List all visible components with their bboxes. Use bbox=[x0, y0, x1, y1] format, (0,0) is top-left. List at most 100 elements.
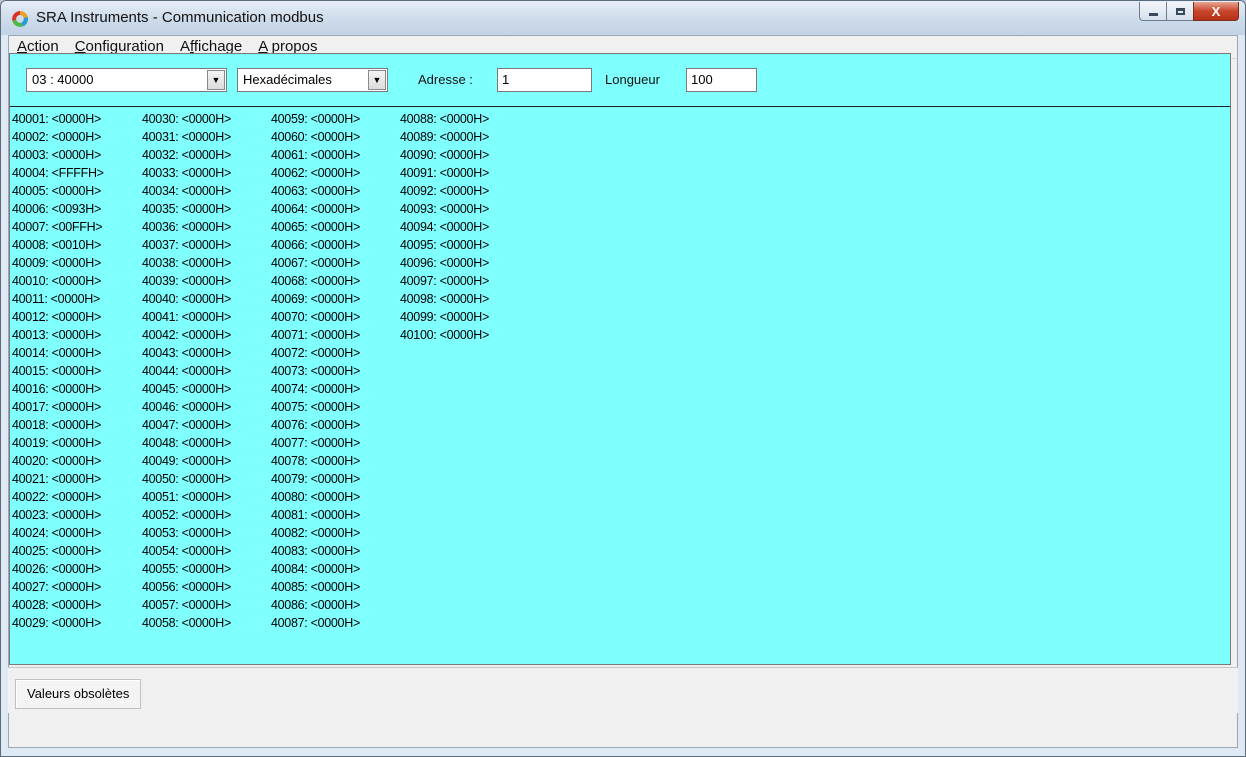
register-entry: 40067: <0000H> bbox=[271, 256, 360, 270]
register-entry: 40078: <0000H> bbox=[271, 454, 360, 468]
register-entry: 40084: <0000H> bbox=[271, 562, 360, 576]
register-entry: 40091: <0000H> bbox=[400, 166, 489, 180]
register-entry: 40077: <0000H> bbox=[271, 436, 360, 450]
register-entry: 40074: <0000H> bbox=[271, 382, 360, 396]
function-select[interactable]: 03 : 40000 ▼ bbox=[26, 68, 227, 92]
register-entry: 40079: <0000H> bbox=[271, 472, 360, 486]
register-entry: 40036: <0000H> bbox=[142, 220, 231, 234]
register-entry: 40095: <0000H> bbox=[400, 238, 489, 252]
register-entry: 40076: <0000H> bbox=[271, 418, 360, 432]
register-entry: 40023: <0000H> bbox=[12, 508, 101, 522]
register-entry: 40052: <0000H> bbox=[142, 508, 231, 522]
obsolete-values-indicator: Valeurs obsolètes bbox=[15, 679, 142, 709]
register-entry: 40083: <0000H> bbox=[271, 544, 360, 558]
register-entry: 40087: <0000H> bbox=[271, 616, 360, 630]
register-entry: 40073: <0000H> bbox=[271, 364, 360, 378]
register-entry: 40005: <0000H> bbox=[12, 184, 101, 198]
register-entry: 40070: <0000H> bbox=[271, 310, 360, 324]
address-input[interactable]: 1 bbox=[497, 68, 592, 92]
register-entry: 40058: <0000H> bbox=[142, 616, 231, 630]
register-column: 40088: <0000H> 40089: <0000H> 40090: <0000… bbox=[400, 110, 489, 344]
register-entry: 40059: <0000H> bbox=[271, 112, 360, 126]
register-entry: 40057: <0000H> bbox=[142, 598, 231, 612]
register-entry: 40064: <0000H> bbox=[271, 202, 360, 216]
register-entry: 40060: <0000H> bbox=[271, 130, 360, 144]
register-entry: 40066: <0000H> bbox=[271, 238, 360, 252]
query-toolbar: 03 : 40000 ▼ Hexadécimales ▼ Adresse : 1… bbox=[10, 54, 1230, 107]
register-entry: 40075: <0000H> bbox=[271, 400, 360, 414]
register-entry: 40032: <0000H> bbox=[142, 148, 231, 162]
register-entry: 40027: <0000H> bbox=[12, 580, 101, 594]
register-entry: 40065: <0000H> bbox=[271, 220, 360, 234]
window-title: SRA Instruments - Communication modbus bbox=[36, 9, 324, 26]
register-entry: 40031: <0000H> bbox=[142, 130, 231, 144]
register-entry: 40040: <0000H> bbox=[142, 292, 231, 306]
address-label: Adresse : bbox=[418, 72, 473, 87]
minimize-button[interactable] bbox=[1139, 2, 1166, 21]
close-icon: X bbox=[1211, 3, 1221, 19]
register-entry: 40045: <0000H> bbox=[142, 382, 231, 396]
register-entry: 40063: <0000H> bbox=[271, 184, 360, 198]
register-entry: 40014: <0000H> bbox=[12, 346, 101, 360]
chevron-down-icon[interactable]: ▼ bbox=[368, 70, 386, 90]
register-entry: 40038: <0000H> bbox=[142, 256, 231, 270]
register-entry: 40056: <0000H> bbox=[142, 580, 231, 594]
register-column: 40030: <0000H> 40031: <0000H> 40032: <0000… bbox=[142, 110, 231, 632]
register-entry: 40026: <0000H> bbox=[12, 562, 101, 576]
register-entry: 40020: <0000H> bbox=[12, 454, 101, 468]
register-entry: 40099: <0000H> bbox=[400, 310, 489, 324]
register-entry: 40044: <0000H> bbox=[142, 364, 231, 378]
register-entry: 40100: <0000H> bbox=[400, 328, 489, 342]
register-entry: 40010: <0000H> bbox=[12, 274, 101, 288]
minimize-icon bbox=[1148, 12, 1158, 16]
chevron-down-icon[interactable]: ▼ bbox=[207, 70, 225, 90]
register-entry: 40071: <0000H> bbox=[271, 328, 360, 342]
app-logo-icon bbox=[12, 10, 29, 27]
register-entry: 40009: <0000H> bbox=[12, 256, 101, 270]
register-entry: 40003: <0000H> bbox=[12, 148, 101, 162]
format-select[interactable]: Hexadécimales ▼ bbox=[237, 68, 388, 92]
register-entry: 40097: <0000H> bbox=[400, 274, 489, 288]
register-entry: 40086: <0000H> bbox=[271, 598, 360, 612]
length-label: Longueur bbox=[605, 72, 660, 87]
register-entry: 40092: <0000H> bbox=[400, 184, 489, 198]
register-entry: 40002: <0000H> bbox=[12, 130, 101, 144]
register-entry: 40068: <0000H> bbox=[271, 274, 360, 288]
register-entry: 40082: <0000H> bbox=[271, 526, 360, 540]
app-window: SRA Instruments - Communication modbus X… bbox=[0, 0, 1246, 757]
register-entry: 40001: <0000H> bbox=[12, 112, 101, 126]
register-entry: 40006: <0093H> bbox=[12, 202, 101, 216]
register-entry: 40019: <0000H> bbox=[12, 436, 101, 450]
register-entry: 40098: <0000H> bbox=[400, 292, 489, 306]
register-entry: 40061: <0000H> bbox=[271, 148, 360, 162]
register-entry: 40024: <0000H> bbox=[12, 526, 101, 540]
register-entry: 40055: <0000H> bbox=[142, 562, 231, 576]
register-entry: 40089: <0000H> bbox=[400, 130, 489, 144]
register-entry: 40028: <0000H> bbox=[12, 598, 101, 612]
register-entry: 40049: <0000H> bbox=[142, 454, 231, 468]
register-entry: 40037: <0000H> bbox=[142, 238, 231, 252]
register-entry: 40069: <0000H> bbox=[271, 292, 360, 306]
length-input[interactable]: 100 bbox=[686, 68, 757, 92]
register-entry: 40015: <0000H> bbox=[12, 364, 101, 378]
title-bar[interactable]: SRA Instruments - Communication modbus X bbox=[1, 1, 1245, 35]
register-entry: 40016: <0000H> bbox=[12, 382, 101, 396]
register-entry: 40072: <0000H> bbox=[271, 346, 360, 360]
register-entry: 40096: <0000H> bbox=[400, 256, 489, 270]
register-entry: 40029: <0000H> bbox=[12, 616, 101, 630]
register-entry: 40034: <0000H> bbox=[142, 184, 231, 198]
register-entry: 40047: <0000H> bbox=[142, 418, 231, 432]
register-entry: 40004: <FFFFH> bbox=[12, 166, 104, 180]
maximize-button[interactable] bbox=[1166, 2, 1193, 21]
close-button[interactable]: X bbox=[1193, 2, 1239, 21]
register-entry: 40048: <0000H> bbox=[142, 436, 231, 450]
caption-buttons: X bbox=[1139, 2, 1239, 22]
register-entry: 40080: <0000H> bbox=[271, 490, 360, 504]
register-entry: 40041: <0000H> bbox=[142, 310, 231, 324]
register-entry: 40051: <0000H> bbox=[142, 490, 231, 504]
status-bar: Valeurs obsolètes bbox=[8, 667, 1238, 713]
register-entry: 40039: <0000H> bbox=[142, 274, 231, 288]
register-entry: 40062: <0000H> bbox=[271, 166, 360, 180]
register-entry: 40050: <0000H> bbox=[142, 472, 231, 486]
format-select-value: Hexadécimales bbox=[243, 72, 332, 87]
